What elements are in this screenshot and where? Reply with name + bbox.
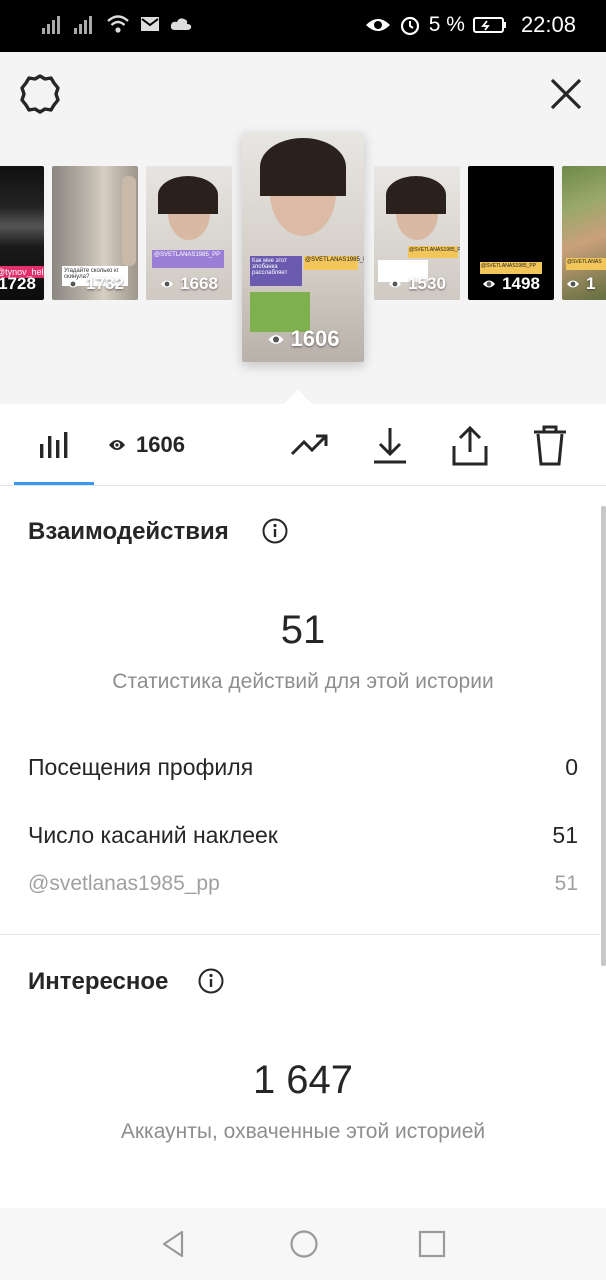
hair [260, 138, 346, 196]
scrollbar[interactable] [601, 506, 606, 966]
recents-icon[interactable] [416, 1228, 448, 1260]
story-thumb[interactable]: Угадайте сколько кг скинула? 1732 [52, 166, 138, 300]
mail-icon [140, 15, 160, 33]
interactions-subtitle: Статистика действий для этой истории [112, 670, 494, 693]
sticker-account-label[interactable]: @svetlanas1985_pp [28, 872, 220, 896]
story-strip-area: @tynov_help 1728 Угадайте сколько кг ски… [0, 52, 606, 404]
story-caption: @SVETLANAS1985_PP [152, 250, 224, 268]
reach-total: 1 647 [252, 1058, 354, 1102]
selected-pointer [284, 390, 312, 404]
story-views: 1 [562, 274, 606, 294]
eye-icon [365, 16, 391, 34]
story-thumb[interactable]: @SVETLANAS 1 [562, 166, 606, 300]
interactions-title: Взаимодействия [28, 518, 229, 545]
alarm-icon [399, 14, 421, 36]
system-nav-bar [0, 1208, 606, 1280]
close-icon[interactable] [546, 74, 586, 114]
story-views: 1498 [468, 274, 554, 294]
eye-icon [389, 280, 402, 288]
tab-views[interactable]: 1606 [108, 432, 185, 458]
eye-icon [567, 280, 579, 288]
trash-icon[interactable] [528, 424, 572, 468]
clock: 22:08 [520, 12, 576, 37]
interactions-total: 51 [280, 608, 326, 652]
info-icon[interactable] [262, 518, 288, 544]
profile-visits-label: Посещения профиля [28, 754, 254, 780]
story-thumb[interactable]: @SVETLANAS1985_PP 1668 [146, 166, 232, 300]
download-icon[interactable] [368, 424, 412, 468]
eye-icon [268, 334, 284, 344]
profile-visits-value: 0 [565, 754, 578, 780]
story-thumb[interactable]: @SVETLANAS1985_PP 1530 [374, 166, 460, 300]
story-views: 1732 [52, 274, 138, 294]
discovery-title: Интересное [28, 968, 169, 995]
hair [158, 176, 218, 214]
home-icon[interactable] [288, 1228, 320, 1260]
cloud-icon [170, 16, 192, 32]
sticker-taps-value: 51 [552, 822, 578, 848]
status-right: 5 % 22:08 [365, 12, 576, 38]
share-icon[interactable] [448, 424, 492, 468]
story-thumb[interactable]: @SVETLANAS1985_PP 1498 [468, 166, 554, 300]
trend-icon[interactable] [288, 424, 332, 468]
battery-percent: 5 % [428, 13, 465, 36]
story-views: 1668 [146, 274, 232, 294]
eye-icon [109, 440, 125, 450]
hair [386, 176, 446, 214]
status-left [42, 14, 192, 34]
story-thumb[interactable]: @tynov_help 1728 [0, 166, 44, 300]
story-views: 1530 [374, 274, 460, 294]
tab-active-indicator [14, 482, 94, 485]
story-views: 1606 [242, 326, 364, 352]
status-bar: 5 % 22:08 [0, 0, 606, 52]
story-thumb-selected[interactable]: Как мне этот злобанка расслабляет @SVETL… [242, 132, 364, 362]
sticker-taps-label: Число касаний наклеек [28, 822, 278, 848]
story-views: 1728 [0, 274, 36, 293]
story-caption: Как мне этот злобанка расслабляет [250, 256, 302, 286]
story-tag: @SVETLANAS1985_PP [304, 256, 364, 270]
story-caption: @SVETLANAS [566, 258, 606, 270]
story-caption: @SVETLANAS1985_PP [408, 246, 460, 258]
eye-icon [483, 280, 496, 288]
info-icon[interactable] [198, 968, 224, 994]
back-icon[interactable] [158, 1228, 190, 1260]
insights-tab-bar: 1606 [0, 404, 606, 486]
signal-icon-2 [74, 14, 96, 34]
insights-content: Взаимодействия 51 Статистика действий дл… [0, 486, 606, 1208]
eye-icon [67, 280, 80, 288]
reach-subtitle: Аккаунты, охваченные этой историей [120, 1120, 486, 1143]
wifi-icon [106, 14, 130, 34]
battery-icon [472, 16, 507, 34]
signal-icon [42, 14, 64, 34]
section-divider [0, 934, 600, 935]
gear-icon[interactable] [18, 72, 62, 116]
eye-icon [161, 280, 174, 288]
views-count: 1606 [136, 432, 185, 457]
bar-chart-icon[interactable] [38, 430, 70, 460]
figure [122, 176, 136, 266]
story-caption: @SVETLANAS1985_PP [480, 262, 542, 274]
sticker-account-value: 51 [554, 872, 578, 895]
